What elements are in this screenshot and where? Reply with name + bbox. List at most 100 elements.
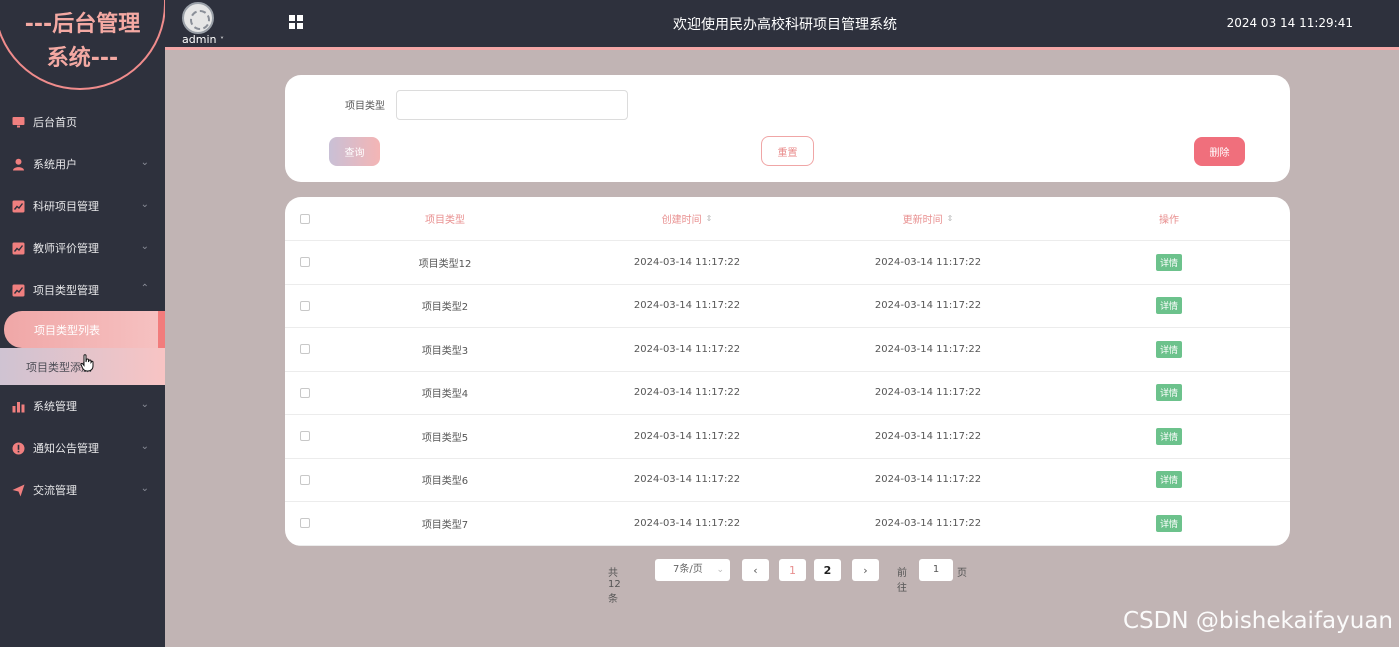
sort-icon[interactable]: ⇕ <box>947 214 954 222</box>
table-row: 项目类型7 2024-03-14 11:17:22 2024-03-14 11:17… <box>285 502 1290 546</box>
cell-project-type: 项目类型7 <box>421 519 469 531</box>
goto-page-input[interactable]: 1 <box>919 559 953 581</box>
next-page-button[interactable]: › <box>852 559 879 581</box>
reset-button[interactable]: 重置 <box>761 136 814 166</box>
sidebar-item-label: 教师评价管理 <box>33 242 99 255</box>
header-action: 操作 <box>1069 197 1269 240</box>
header-created-time[interactable]: 创建时间 ⇕ <box>587 197 787 240</box>
page-title: 欢迎使用民办高校科研项目管理系统 <box>673 17 897 33</box>
row-checkbox[interactable] <box>300 474 310 485</box>
bar-chart-icon <box>12 400 25 413</box>
row-checkbox[interactable] <box>300 300 310 311</box>
sidebar-item-label: 后台首页 <box>33 116 77 129</box>
sidebar-subitem-project-type-list[interactable]: 项目类型列表 <box>4 311 165 348</box>
cell-created-time: 2024-03-14 11:17:22 <box>633 300 741 312</box>
sidebar-item-label: 科研项目管理 <box>33 200 99 213</box>
sidebar-item-notices[interactable]: 通知公告管理 ⌄ <box>0 427 165 469</box>
row-checkbox[interactable] <box>300 387 310 398</box>
sidebar-item-research-projects[interactable]: 科研项目管理 ⌄ <box>0 185 165 227</box>
header-label: 项目类型 <box>425 215 465 226</box>
row-checkbox[interactable] <box>300 431 310 442</box>
sidebar-item-home[interactable]: 后台首页 <box>0 101 165 143</box>
page-size-select[interactable]: 7条/页 ⌄ <box>655 559 730 581</box>
sidebar-subitem-label: 项目类型列表 <box>34 323 100 337</box>
top-bar: admin ˅ 欢迎使用民办高校科研项目管理系统 2024 03 14 11:2… <box>165 0 1399 50</box>
row-checkbox-cell <box>299 372 311 415</box>
row-checkbox[interactable] <box>300 257 310 268</box>
sidebar-item-system-users[interactable]: 系统用户 ⌄ <box>0 143 165 185</box>
header-label: 操作 <box>1159 215 1179 226</box>
avatar[interactable] <box>182 2 214 34</box>
project-type-input[interactable] <box>396 90 628 120</box>
cell-action: 详情 <box>1069 459 1269 502</box>
user-icon <box>12 158 25 171</box>
detail-button[interactable]: 详情 <box>1155 471 1182 489</box>
logo-line-2: 系统--- <box>46 46 119 71</box>
header-label: 更新时间 <box>902 215 943 226</box>
cell-updated-time: 2024-03-14 11:17:22 <box>874 300 982 312</box>
watermark: CSDN @bishekaifayuan <box>1122 608 1393 634</box>
info-icon <box>12 442 25 455</box>
search-label: 项目类型 <box>345 101 385 112</box>
chart-icon <box>12 200 25 213</box>
page-button-1[interactable]: 1 <box>779 559 806 581</box>
detail-button[interactable]: 详情 <box>1155 427 1182 445</box>
chevron-down-icon: ⌄ <box>140 157 149 168</box>
cell-action: 详情 <box>1069 328 1269 371</box>
send-icon <box>12 484 25 497</box>
query-button[interactable]: 查询 <box>329 137 380 166</box>
chevron-down-icon: ⌄ <box>716 565 724 575</box>
cell-updated-time: 2024-03-14 11:17:22 <box>874 474 982 486</box>
detail-button[interactable]: 详情 <box>1155 514 1182 532</box>
chevron-up-icon: ⌃ <box>140 283 149 294</box>
user-menu[interactable]: admin ˅ <box>182 33 224 46</box>
cell-project-type: 项目类型3 <box>421 345 469 357</box>
cell-updated-time: 2024-03-14 11:17:22 <box>874 256 982 268</box>
cell-created-time: 2024-03-14 11:17:22 <box>633 256 741 268</box>
row-checkbox-cell <box>299 328 311 371</box>
detail-button[interactable]: 详情 <box>1155 340 1182 358</box>
cell-created-time: 2024-03-14 11:17:22 <box>633 474 741 486</box>
table-row: 项目类型12 2024-03-14 11:17:22 2024-03-14 11:1… <box>285 241 1290 285</box>
sidebar-item-label: 系统用户 <box>33 158 77 171</box>
cell-project-type: 项目类型2 <box>421 302 469 314</box>
header-updated-time[interactable]: 更新时间 ⇕ <box>828 197 1028 240</box>
sidebar-subitem-project-type-add[interactable]: 项目类型添加 <box>0 348 165 385</box>
cell-created-time: 2024-03-14 11:17:22 <box>633 517 741 529</box>
sort-icon[interactable]: ⇕ <box>706 214 713 222</box>
caret-down-icon: ˅ <box>219 36 224 45</box>
table-row: 项目类型6 2024-03-14 11:17:22 2024-03-14 11:17… <box>285 459 1290 502</box>
detail-button[interactable]: 详情 <box>1155 253 1182 271</box>
monitor-icon <box>12 116 25 129</box>
sidebar-item-teacher-evaluation[interactable]: 教师评价管理 ⌄ <box>0 227 165 269</box>
detail-button[interactable]: 详情 <box>1155 384 1182 402</box>
page-button-2[interactable]: 2 <box>814 559 841 581</box>
table-row: 项目类型5 2024-03-14 11:17:22 2024-03-14 11:17… <box>285 415 1290 459</box>
chevron-down-icon: ⌄ <box>140 241 149 252</box>
chevron-right-icon: › <box>863 563 868 577</box>
cell-action: 详情 <box>1069 285 1269 328</box>
row-checkbox[interactable] <box>300 518 310 529</box>
detail-button[interactable]: 详情 <box>1155 297 1182 315</box>
grid-menu-icon[interactable] <box>289 15 304 30</box>
delete-button[interactable]: 删除 <box>1194 137 1245 166</box>
prev-page-button[interactable]: ‹ <box>742 559 769 581</box>
cell-project-type: 项目类型5 <box>421 432 469 444</box>
sidebar: ---后台管理 系统--- 后台首页 系统用户 ⌄ 科研项目管理 ⌄ 教师评价管… <box>0 0 166 647</box>
cell-updated-time: 2024-03-14 11:17:22 <box>874 343 982 355</box>
logo-text: ---后台管理 系统--- <box>0 8 165 76</box>
chevron-down-icon: ⌄ <box>140 199 149 210</box>
sidebar-item-communication[interactable]: 交流管理 ⌄ <box>0 469 165 511</box>
sidebar-item-project-types[interactable]: 项目类型管理 ⌃ <box>0 269 165 311</box>
chevron-down-icon: ⌄ <box>140 399 149 410</box>
header-project-type: 项目类型 <box>345 197 545 240</box>
table-row: 项目类型3 2024-03-14 11:17:22 2024-03-14 11:17… <box>285 328 1290 372</box>
row-checkbox[interactable] <box>300 344 310 355</box>
hand-cursor-icon <box>80 354 94 375</box>
page-size-value: 7条/页 <box>673 564 703 575</box>
select-all-checkbox[interactable] <box>300 213 310 224</box>
username: admin <box>182 33 217 46</box>
sidebar-item-system-management[interactable]: 系统管理 ⌄ <box>0 385 165 427</box>
row-checkbox-cell <box>299 285 311 328</box>
chart-icon <box>12 284 25 297</box>
